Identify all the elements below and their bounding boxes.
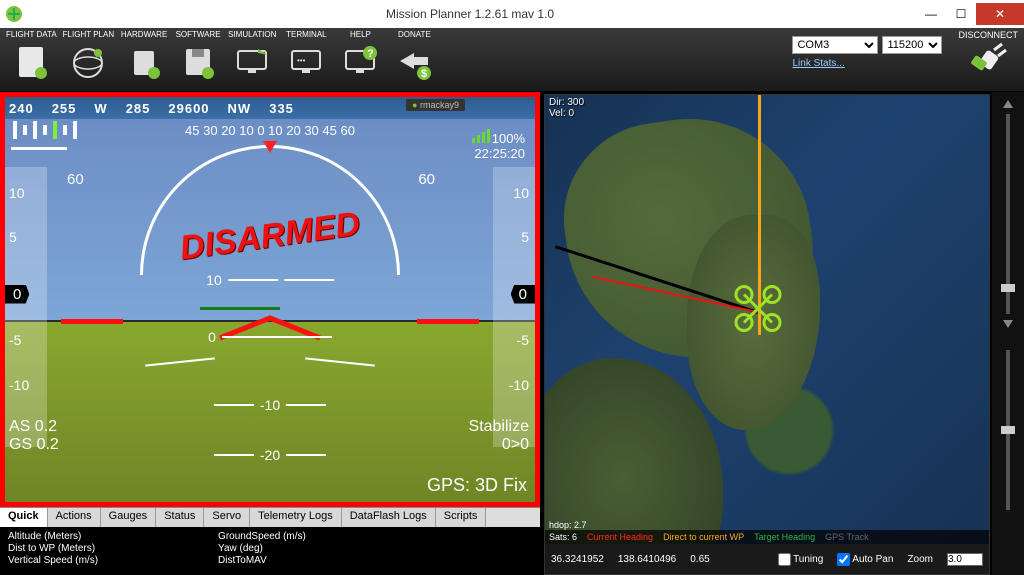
- signal-readout: 100% 22:25:20: [472, 129, 525, 161]
- hud-display: 240 255 W 285 29600 NW 335 ● rmackay9 45…: [0, 92, 540, 507]
- altitude-tape: 10 5 -5 -10: [493, 167, 535, 447]
- alt-value-flag: 0: [487, 283, 535, 305]
- main-toolbar: FLIGHT DATA FLIGHT PLAN HARDWARE SOFTWAR…: [0, 28, 1024, 92]
- slider-down-icon[interactable]: [1003, 320, 1013, 328]
- baud-rate-select[interactable]: 115200: [882, 36, 942, 54]
- quick-panel: Altitude (Meters) Dist to WP (Meters) Ve…: [0, 527, 540, 575]
- donate-icon: $: [390, 41, 438, 85]
- drone-marker-icon: [730, 280, 786, 341]
- secondary-slider[interactable]: [1006, 350, 1010, 510]
- zoom-input[interactable]: [947, 553, 983, 566]
- autopan-checkbox[interactable]: Auto Pan: [837, 553, 893, 566]
- tool-flight-data[interactable]: FLIGHT DATA: [6, 30, 57, 85]
- map-status-bar: 36.3241952 138.6410496 0.65 Tuning Auto …: [545, 544, 989, 574]
- chip-icon: [120, 41, 168, 85]
- telemetry-tabs: Quick Actions Gauges Status Servo Teleme…: [0, 507, 540, 527]
- tab-telemetry-logs[interactable]: Telemetry Logs: [250, 508, 342, 527]
- connection-panel: COM3 115200 Link Stats...: [792, 36, 942, 69]
- window-close-button[interactable]: ✕: [976, 3, 1024, 25]
- app-icon: [4, 4, 24, 24]
- slider-up-icon[interactable]: [1003, 100, 1013, 108]
- bank-angle-labels: 45 30 20 10 0 10 20 30 45 60: [5, 123, 535, 138]
- bank-indicator-icon: [263, 141, 277, 153]
- file-icon: [7, 41, 55, 85]
- link-stats-link[interactable]: Link Stats...: [792, 58, 942, 69]
- plug-icon: [964, 40, 1012, 80]
- disk-icon: [174, 41, 222, 85]
- map-info: Dir: 300Vel: 0: [549, 97, 584, 119]
- hdop-label: hdop: 2.7: [549, 520, 587, 530]
- map-sliders: [992, 92, 1024, 575]
- svg-text:•••: •••: [297, 56, 306, 65]
- com-port-select[interactable]: COM3: [792, 36, 878, 54]
- signal-bars-icon: [472, 129, 490, 143]
- tool-simulation[interactable]: SIMULATION: [228, 30, 276, 85]
- disconnect-button[interactable]: DISCONNECT: [958, 30, 1018, 80]
- alt-readout: 0.65: [690, 554, 709, 565]
- tab-dataflash-logs[interactable]: DataFlash Logs: [342, 508, 436, 527]
- svg-text:$: $: [421, 68, 427, 80]
- flight-mode: Stabilize0>0: [469, 418, 529, 454]
- tool-software[interactable]: SOFTWARE: [174, 30, 222, 85]
- lat-readout: 36.3241952: [551, 554, 604, 565]
- svg-text:?: ?: [367, 48, 374, 60]
- tool-donate[interactable]: DONATE $: [390, 30, 438, 85]
- monitor-plane-icon: [228, 41, 276, 85]
- map-legend: Sats: 6 Current Heading Direct to curren…: [545, 530, 989, 544]
- tool-hardware[interactable]: HARDWARE: [120, 30, 168, 85]
- tab-gauges[interactable]: Gauges: [101, 508, 157, 527]
- speed-value-flag: 0: [5, 283, 53, 305]
- tab-actions[interactable]: Actions: [48, 508, 101, 527]
- tab-servo[interactable]: Servo: [204, 508, 250, 527]
- lon-readout: 138.6410496: [618, 554, 676, 565]
- sats-label: Sats: 6: [549, 532, 577, 542]
- tool-help[interactable]: HELP ?: [336, 30, 384, 85]
- tool-flight-plan[interactable]: FLIGHT PLAN: [63, 30, 114, 85]
- window-title: Mission Planner 1.2.61 mav 1.0: [24, 7, 916, 21]
- tool-terminal[interactable]: TERMINAL •••: [282, 30, 330, 85]
- zoom-slider[interactable]: [1006, 114, 1010, 314]
- window-title-bar: Mission Planner 1.2.61 mav 1.0 — ☐ ✕: [0, 0, 1024, 28]
- airspeed-groundspeed: AS 0.2GS 0.2: [9, 418, 59, 454]
- tab-quick[interactable]: Quick: [0, 508, 48, 527]
- hud-clock: 22:25:20: [472, 146, 525, 161]
- window-maximize-button[interactable]: ☐: [946, 3, 976, 25]
- help-icon: ?: [336, 41, 384, 85]
- gps-status: GPS: 3D Fix: [427, 475, 527, 496]
- globe-icon: [64, 41, 112, 85]
- user-tag: ● rmackay9: [406, 99, 465, 111]
- tab-status[interactable]: Status: [156, 508, 204, 527]
- window-minimize-button[interactable]: —: [916, 3, 946, 25]
- tab-scripts[interactable]: Scripts: [436, 508, 487, 527]
- tuning-checkbox[interactable]: Tuning: [778, 553, 823, 566]
- terminal-icon: •••: [282, 41, 330, 85]
- speed-tape: 10 5 -5 -10: [5, 167, 47, 447]
- map-view[interactable]: Dir: 300Vel: 0 hdop: 2.7 Sats: 6 Current…: [544, 94, 990, 575]
